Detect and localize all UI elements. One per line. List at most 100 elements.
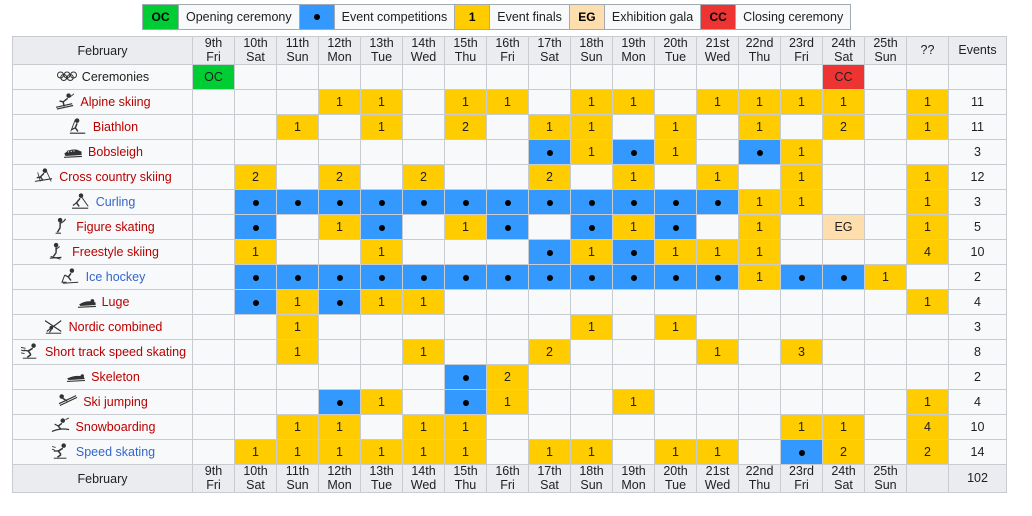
schedule-cell[interactable] <box>612 239 655 265</box>
schedule-cell[interactable] <box>276 264 319 290</box>
schedule-cell[interactable]: 1 <box>696 89 739 115</box>
schedule-cell[interactable]: 1 <box>612 164 655 190</box>
sport-name-link[interactable]: Figure skating <box>76 220 155 234</box>
schedule-cell[interactable] <box>318 389 361 415</box>
schedule-cell[interactable]: 1 <box>822 414 865 440</box>
schedule-cell[interactable] <box>528 264 571 290</box>
sport-name-link[interactable]: Freestyle skiing <box>72 245 159 259</box>
schedule-cell[interactable]: CC <box>822 64 865 90</box>
schedule-cell[interactable]: 2 <box>486 364 529 390</box>
schedule-cell-unknown-date[interactable]: 1 <box>906 164 949 190</box>
sport-name-link[interactable]: Ski jumping <box>83 395 148 409</box>
schedule-cell[interactable]: 1 <box>402 414 445 440</box>
schedule-cell[interactable]: 1 <box>654 139 697 165</box>
schedule-cell[interactable]: 1 <box>360 289 403 315</box>
schedule-cell[interactable] <box>738 139 781 165</box>
schedule-cell[interactable]: 1 <box>234 439 277 465</box>
schedule-cell[interactable]: 3 <box>780 339 823 365</box>
schedule-cell[interactable] <box>234 189 277 215</box>
schedule-cell[interactable]: 1 <box>318 414 361 440</box>
schedule-cell[interactable]: 1 <box>654 239 697 265</box>
schedule-cell[interactable] <box>570 189 613 215</box>
schedule-cell[interactable]: 1 <box>780 89 823 115</box>
schedule-cell[interactable]: 1 <box>276 314 319 340</box>
schedule-cell[interactable]: 1 <box>738 239 781 265</box>
schedule-cell[interactable]: 1 <box>276 439 319 465</box>
schedule-cell[interactable] <box>822 264 865 290</box>
schedule-cell-unknown-date[interactable]: 2 <box>906 439 949 465</box>
schedule-cell[interactable]: 2 <box>234 164 277 190</box>
schedule-cell[interactable]: 1 <box>402 439 445 465</box>
schedule-cell[interactable]: 1 <box>696 239 739 265</box>
schedule-cell[interactable] <box>696 264 739 290</box>
schedule-cell[interactable] <box>360 214 403 240</box>
schedule-cell[interactable]: 1 <box>654 114 697 140</box>
schedule-cell-unknown-date[interactable]: 1 <box>906 114 949 140</box>
sport-name-link[interactable]: Biathlon <box>93 120 138 134</box>
schedule-cell[interactable] <box>360 264 403 290</box>
schedule-cell[interactable]: 1 <box>612 389 655 415</box>
schedule-cell[interactable]: 1 <box>528 439 571 465</box>
schedule-cell[interactable] <box>780 439 823 465</box>
schedule-cell[interactable]: 1 <box>570 114 613 140</box>
sport-name-link[interactable]: Cross country skiing <box>59 170 172 184</box>
sport-name-link[interactable]: Ice hockey <box>86 270 146 284</box>
schedule-cell[interactable]: 1 <box>234 239 277 265</box>
schedule-cell[interactable]: 1 <box>654 314 697 340</box>
schedule-cell[interactable]: 1 <box>696 164 739 190</box>
schedule-cell[interactable] <box>486 214 529 240</box>
schedule-cell[interactable]: 1 <box>318 439 361 465</box>
schedule-cell[interactable]: 1 <box>780 414 823 440</box>
schedule-cell[interactable]: 1 <box>780 164 823 190</box>
sport-name-link[interactable]: Bobsleigh <box>88 145 143 159</box>
schedule-cell[interactable]: 1 <box>780 139 823 165</box>
schedule-cell[interactable] <box>402 189 445 215</box>
schedule-cell-unknown-date[interactable]: 1 <box>906 214 949 240</box>
schedule-cell[interactable]: 1 <box>444 89 487 115</box>
schedule-cell[interactable]: 1 <box>360 114 403 140</box>
sport-name-link[interactable]: Speed skating <box>76 445 155 459</box>
schedule-cell[interactable]: 1 <box>360 389 403 415</box>
schedule-cell[interactable]: 2 <box>444 114 487 140</box>
schedule-cell[interactable] <box>654 214 697 240</box>
schedule-cell[interactable] <box>486 189 529 215</box>
schedule-cell[interactable]: 2 <box>528 164 571 190</box>
schedule-cell[interactable] <box>654 189 697 215</box>
schedule-cell[interactable] <box>318 289 361 315</box>
schedule-cell[interactable] <box>360 189 403 215</box>
schedule-cell[interactable]: 1 <box>276 414 319 440</box>
schedule-cell[interactable]: 1 <box>402 339 445 365</box>
schedule-cell[interactable]: 1 <box>570 89 613 115</box>
sport-name-link[interactable]: Curling <box>96 195 136 209</box>
schedule-cell[interactable]: 1 <box>528 114 571 140</box>
schedule-cell[interactable]: 1 <box>612 214 655 240</box>
schedule-cell-unknown-date[interactable]: 1 <box>906 289 949 315</box>
sport-name-link[interactable]: Nordic combined <box>69 320 163 334</box>
schedule-cell[interactable]: 1 <box>360 89 403 115</box>
schedule-cell[interactable]: 1 <box>570 239 613 265</box>
schedule-cell[interactable]: 1 <box>738 214 781 240</box>
schedule-cell[interactable]: 1 <box>486 89 529 115</box>
schedule-cell[interactable]: 1 <box>738 114 781 140</box>
sport-name-link[interactable]: Alpine skiing <box>80 95 150 109</box>
schedule-cell[interactable] <box>612 264 655 290</box>
schedule-cell-unknown-date[interactable]: 1 <box>906 89 949 115</box>
schedule-cell[interactable]: EG <box>822 214 865 240</box>
schedule-cell[interactable]: OC <box>192 64 235 90</box>
schedule-cell[interactable] <box>612 189 655 215</box>
schedule-cell[interactable] <box>276 189 319 215</box>
schedule-cell[interactable]: 1 <box>360 439 403 465</box>
schedule-cell[interactable]: 2 <box>402 164 445 190</box>
schedule-cell[interactable]: 1 <box>696 339 739 365</box>
schedule-cell[interactable]: 2 <box>822 114 865 140</box>
schedule-cell[interactable] <box>528 239 571 265</box>
schedule-cell[interactable] <box>444 189 487 215</box>
schedule-cell[interactable] <box>444 264 487 290</box>
schedule-cell[interactable]: 1 <box>444 414 487 440</box>
schedule-cell-unknown-date[interactable]: 1 <box>906 389 949 415</box>
schedule-cell[interactable]: 1 <box>612 89 655 115</box>
schedule-cell[interactable] <box>570 214 613 240</box>
sport-name-link[interactable]: Skeleton <box>91 370 140 384</box>
schedule-cell[interactable]: 1 <box>654 439 697 465</box>
schedule-cell[interactable]: 1 <box>738 189 781 215</box>
